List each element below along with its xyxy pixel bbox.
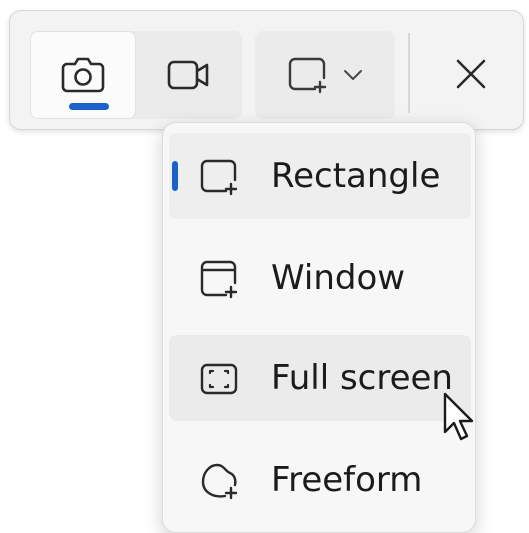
mouse-pointer-icon xyxy=(443,392,474,441)
camera-icon xyxy=(61,57,105,93)
freeform-snip-icon xyxy=(201,463,238,500)
toolbar-divider xyxy=(408,33,410,113)
active-mode-indicator xyxy=(69,103,109,110)
menu-item-freeform[interactable]: Freeform xyxy=(169,437,471,523)
menu-item-rectangle[interactable]: Rectangle xyxy=(169,133,471,219)
menu-item-window[interactable]: Window xyxy=(169,235,471,321)
menu-item-label: Rectangle xyxy=(271,156,441,196)
menu-item-full-screen[interactable]: Full screen xyxy=(169,335,471,421)
record-mode-button[interactable] xyxy=(136,31,242,119)
close-button[interactable] xyxy=(430,33,512,115)
selected-indicator xyxy=(172,161,178,191)
snip-shape-menu: Rectangle Window Full screen Freeform xyxy=(162,122,476,533)
menu-item-label: Full screen xyxy=(271,358,453,398)
close-icon xyxy=(456,59,486,89)
menu-item-label: Freeform xyxy=(271,460,423,500)
capture-mode-group xyxy=(30,31,242,119)
snip-shape-dropdown[interactable] xyxy=(255,31,395,119)
rectangle-snip-icon xyxy=(200,159,238,196)
snip-toolbar xyxy=(9,10,524,130)
snipping-tool-screen: Rectangle Window Full screen Freeform xyxy=(0,0,529,533)
rectangle-snip-icon xyxy=(288,57,327,94)
window-snip-icon xyxy=(200,260,238,299)
screenshot-mode-button[interactable] xyxy=(30,31,136,119)
fullscreen-snip-icon xyxy=(200,363,238,395)
video-camera-icon xyxy=(167,60,209,90)
menu-item-label: Window xyxy=(271,258,406,298)
chevron-down-icon xyxy=(344,70,362,80)
